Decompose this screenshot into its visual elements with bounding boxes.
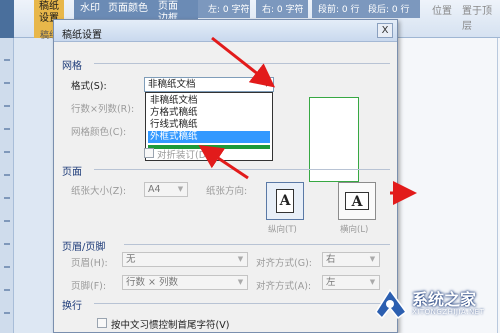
site-watermark: 系统之家 XITONGZHIJIA.NET [372,278,500,333]
watermark-url: XITONGZHIJIA.NET [412,308,485,316]
site-logo-icon [375,288,408,320]
watermark-text: 系统之家 [412,290,477,309]
arrow-to-option [198,145,249,180]
arrow-to-dropdown [211,36,276,88]
